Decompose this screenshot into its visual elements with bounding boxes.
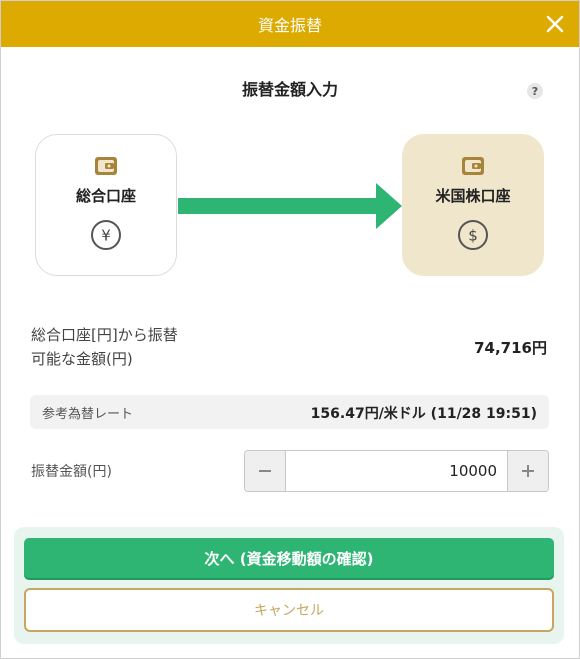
from-account-card: 総合口座 ¥ <box>35 134 177 276</box>
plus-icon <box>522 465 534 477</box>
exchange-rate-box: 参考為替レート 156.47円/米ドル (11/28 19:51) <box>30 395 549 429</box>
cancel-button[interactable]: キャンセル <box>24 588 554 632</box>
minus-icon <box>259 470 271 472</box>
decrement-button[interactable] <box>245 451 286 491</box>
transfer-arrow-icon <box>178 183 402 229</box>
exchange-rate-value: 156.47円/米ドル (11/28 19:51) <box>310 406 537 422</box>
wallet-icon <box>95 157 117 175</box>
dialog-header: 資金振替 <box>1 1 579 47</box>
increment-button[interactable] <box>507 451 548 491</box>
help-icon[interactable]: ? <box>527 83 543 99</box>
close-icon <box>546 15 564 33</box>
dollar-symbol: $ <box>468 227 478 245</box>
action-footer: 次へ (資金移動額の確認) キャンセル <box>14 527 564 644</box>
dialog-title: 資金振替 <box>257 16 322 35</box>
to-account-card: 米国株口座 $ <box>402 134 544 276</box>
available-label-line1: 総合口座[円]から振替 <box>31 326 178 344</box>
yen-icon: ¥ <box>91 220 121 250</box>
available-amount-label: 総合口座[円]から振替 可能な金額(円) <box>31 323 178 371</box>
amount-input[interactable] <box>286 451 507 491</box>
exchange-rate-label: 参考為替レート <box>42 407 134 422</box>
available-label-line2: 可能な金額(円) <box>31 350 133 368</box>
amount-stepper <box>244 450 549 492</box>
wallet-icon <box>462 157 484 175</box>
transfer-amount-label: 振替金額(円) <box>31 464 112 480</box>
next-button[interactable]: 次へ (資金移動額の確認) <box>24 538 554 578</box>
dollar-icon: $ <box>458 220 488 250</box>
page-title: 振替金額入力 <box>241 80 338 99</box>
from-account-label: 総合口座 <box>75 187 136 205</box>
transfer-dialog: 資金振替 振替金額入力 ? 総合口座 ¥ 米国株口座 $ 総合口座[円]から振替… <box>0 0 580 659</box>
close-button[interactable] <box>539 8 571 40</box>
to-account-label: 米国株口座 <box>435 187 511 205</box>
available-amount-value: 74,716円 <box>474 339 547 357</box>
yen-symbol: ¥ <box>101 227 111 245</box>
